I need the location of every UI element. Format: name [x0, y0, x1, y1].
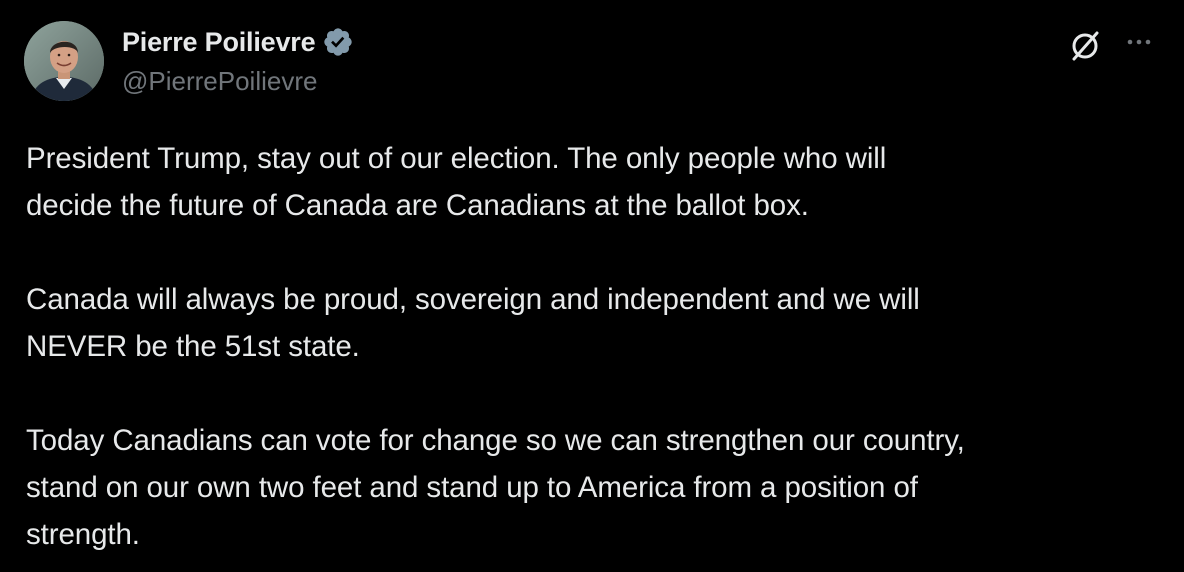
text-line: decide the future of Canada are Canadian… [26, 189, 809, 222]
post-body: President Trump, stay out of our electio… [26, 135, 1176, 558]
avatar[interactable] [24, 21, 104, 101]
more-options-icon[interactable] [1121, 28, 1157, 64]
avatar-image [24, 21, 104, 101]
display-name[interactable]: Pierre Poilievre [122, 27, 316, 58]
text-line: President Trump, stay out of our electio… [26, 142, 887, 175]
post-paragraph: President Trump, stay out of our electio… [26, 135, 1176, 229]
author-block: Pierre Poilievre @PierrePoilievre [122, 22, 354, 102]
post-card: Pierre Poilievre @PierrePoilievre Presid… [0, 0, 1184, 572]
text-line: Today Canadians can vote for change so w… [26, 424, 965, 457]
text-line: Canada will always be proud, sovereign a… [26, 283, 920, 316]
name-row: Pierre Poilievre [122, 22, 354, 62]
verified-badge-icon[interactable] [322, 26, 354, 58]
grok-icon[interactable] [1066, 27, 1104, 65]
user-handle[interactable]: @PierrePoilievre [122, 66, 354, 97]
post-paragraph: Canada will always be proud, sovereign a… [26, 276, 1176, 370]
text-line: stand on our own two feet and stand up t… [26, 471, 918, 504]
text-line: NEVER be the 51st state. [26, 330, 360, 363]
text-line: strength. [26, 518, 140, 551]
post-paragraph: Today Canadians can vote for change so w… [26, 417, 1176, 558]
